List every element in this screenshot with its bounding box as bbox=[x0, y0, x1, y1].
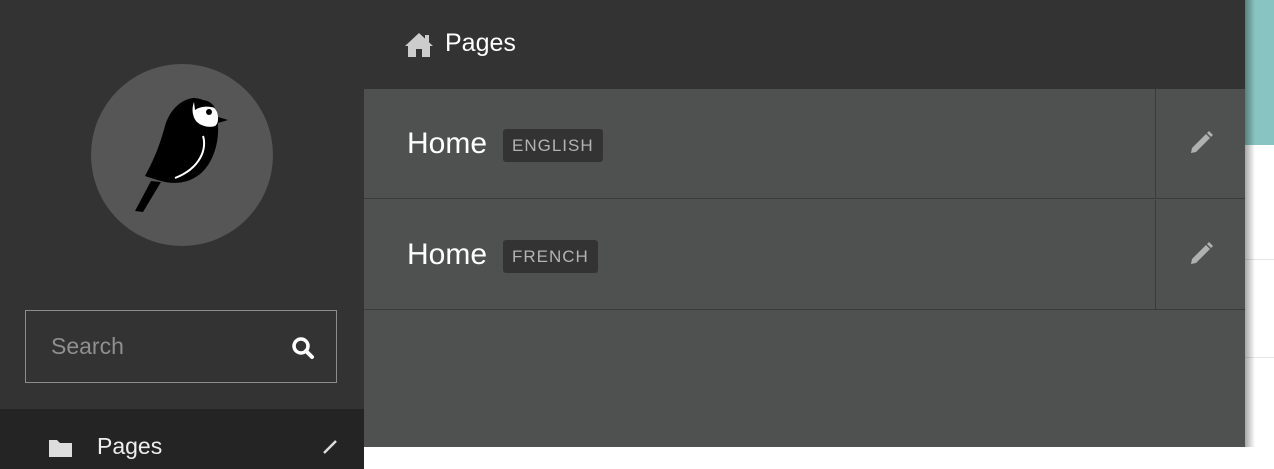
edit-page-button[interactable] bbox=[1155, 200, 1245, 310]
locale-badge: ENGLISH bbox=[503, 129, 603, 162]
panel-shadow bbox=[1245, 0, 1255, 447]
page-row: Home ENGLISH bbox=[364, 89, 1245, 199]
sidebar: Pages bbox=[0, 0, 364, 469]
sidebar-item-pages[interactable]: Pages bbox=[0, 409, 364, 469]
search-icon[interactable] bbox=[290, 335, 316, 361]
explorer-header[interactable]: Pages bbox=[364, 0, 1245, 89]
search-box bbox=[25, 310, 337, 383]
folder-icon bbox=[48, 437, 74, 464]
chevron-icon bbox=[322, 437, 342, 462]
locale-badge: FRENCH bbox=[503, 240, 598, 273]
page-title: Home bbox=[407, 127, 488, 160]
pencil-icon bbox=[1191, 131, 1213, 153]
page-row-link[interactable]: Home ENGLISH bbox=[364, 89, 1155, 199]
pencil-icon bbox=[1191, 242, 1213, 264]
page-explorer-panel: Pages Home ENGLISH Home FRENCH bbox=[364, 0, 1245, 447]
page-title: Home bbox=[407, 238, 488, 271]
edit-page-button[interactable] bbox=[1155, 89, 1245, 199]
page-row-link[interactable]: Home FRENCH bbox=[364, 200, 1155, 310]
page-row: Home FRENCH bbox=[364, 200, 1245, 310]
search-input[interactable] bbox=[26, 311, 276, 382]
home-icon bbox=[404, 31, 434, 63]
wagtail-bird-logo-icon bbox=[135, 98, 228, 212]
explorer-title: Pages bbox=[445, 29, 516, 57]
wagtail-logo[interactable] bbox=[91, 64, 273, 246]
